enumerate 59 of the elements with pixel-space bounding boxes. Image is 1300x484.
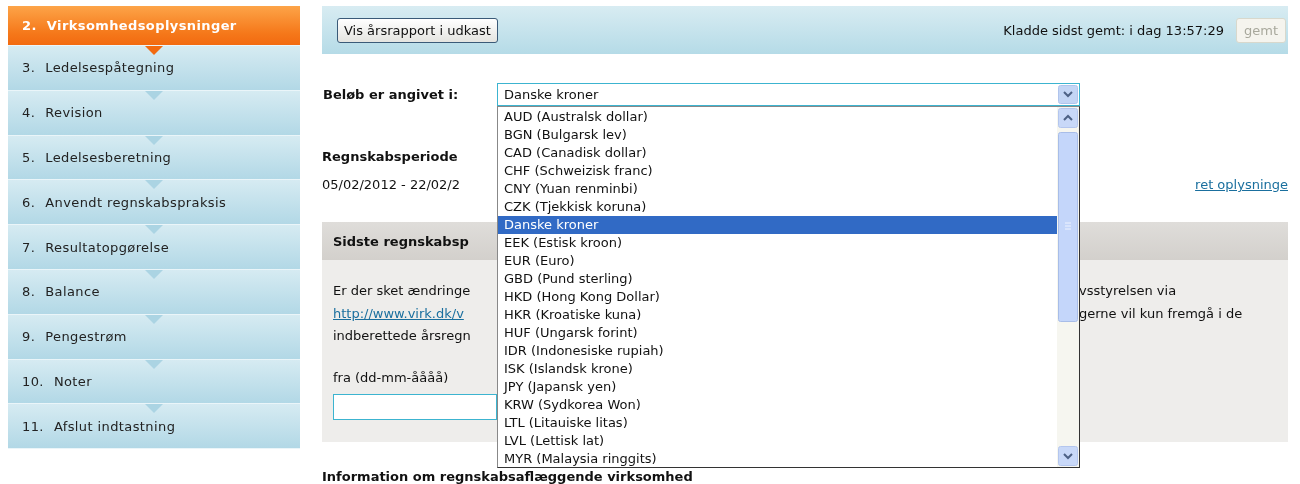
pointer-icon [145,225,163,235]
dropdown-option[interactable]: AUD (Australsk dollar) [498,108,1057,126]
sidebar-item[interactable]: 3. Ledelsespåtegning [8,46,300,91]
dropdown-option[interactable]: LVL (Lettisk lat) [498,432,1057,450]
dropdown-option[interactable]: CZK (Tjekkisk koruna) [498,198,1057,216]
paragraph-text: gerne vil kun fremgå i de [1079,304,1244,323]
link[interactable]: http://www.virk.dk/v [333,302,497,325]
dropdown-option[interactable]: MYR (Malaysia ringgits) [498,450,1057,468]
dropdown-option[interactable]: HKD (Hong Kong Dollar) [498,288,1057,306]
currency-dropdown[interactable]: Danske kroner [497,83,1080,106]
scrollbar[interactable] [1057,107,1079,467]
sidebar-item[interactable]: 7. Resultatopgørelse [8,225,300,270]
pointer-icon [145,135,163,145]
preview-button[interactable]: Vis årsrapport i udkast [337,17,498,43]
save-status: Kladde sidst gemt: i dag 13:57:29 [1003,22,1224,38]
field-label: Beløb er angivet i: [322,87,460,102]
period-dates: 05/02/2012 - 22/02/2 [322,177,461,193]
dropdown-option[interactable]: ISK (Islandsk krone) [498,360,1057,378]
chevron-down-icon[interactable] [1058,446,1078,466]
sidebar-item[interactable]: 5. Ledelsesberetning [8,135,300,181]
section-heading: Information om regnskabsaflæggende virksomhed [322,469,693,484]
scrollbar-thumb[interactable] [1058,132,1078,322]
paragraph-text: indberettede årsregn [333,327,472,345]
dropdown-option[interactable]: BGN (Bulgarsk lev) [498,126,1057,144]
edit-link[interactable]: ret oplysninge [1195,177,1288,193]
pointer-icon [145,404,163,414]
sidebar-item[interactable]: 8. Balance [8,270,300,315]
paragraph-text: vsstyrelsen via [1079,282,1178,300]
date-input-field[interactable] [333,393,497,420]
dropdown-option[interactable]: EEK (Estisk kroon) [498,234,1057,252]
dropdown-option[interactable]: LTL (Litauiske litas) [498,414,1057,432]
sidebar-item[interactable]: 11. Afslut indtastning [8,404,300,450]
field-label: fra (dd-mm-åååå) [333,368,450,387]
pointer-icon [145,314,163,324]
dropdown-option[interactable]: CHF (Schweizisk franc) [498,162,1057,180]
dropdown-option[interactable]: HUF (Ungarsk forint) [498,324,1057,342]
sidebar-item[interactable]: 9. Pengestrøm [8,314,300,360]
pointer-icon [145,180,163,190]
pointer-icon [145,359,163,369]
pointer-icon [145,46,163,55]
chevron-down-icon[interactable] [1058,85,1078,104]
sidebar-item[interactable]: 6. Anvendt regnskabspraksis [8,180,300,226]
dropdown-option[interactable]: KRW (Sydkorea Won) [498,396,1057,414]
panel-heading: Sidste regnskabsp [333,233,469,249]
sidebar-item[interactable]: 10. Noter [8,359,300,405]
chevron-up-icon[interactable] [1058,108,1078,128]
paragraph-text: Er der sket ændringe [333,282,472,300]
dropdown-option[interactable]: JPY (Japansk yen) [498,378,1057,396]
dropdown-option[interactable]: HKR (Kroatiske kuna) [498,306,1057,324]
dropdown-option[interactable]: GBD (Pund sterling) [498,270,1057,288]
sidebar-item[interactable]: 4. Revision [8,90,300,136]
section-heading: Regnskabsperiode [322,149,459,165]
dropdown-option[interactable]: EUR (Euro) [498,252,1057,270]
dropdown-option[interactable]: IDR (Indonesiske rupiah) [498,342,1057,360]
pointer-icon [145,90,163,100]
dropdown-option[interactable]: Danske kroner [498,216,1057,234]
dropdown-option[interactable]: CAD (Canadisk dollar) [498,144,1057,162]
pointer-icon [145,270,163,279]
dropdown-option[interactable]: CNY (Yuan renminbi) [498,180,1057,198]
